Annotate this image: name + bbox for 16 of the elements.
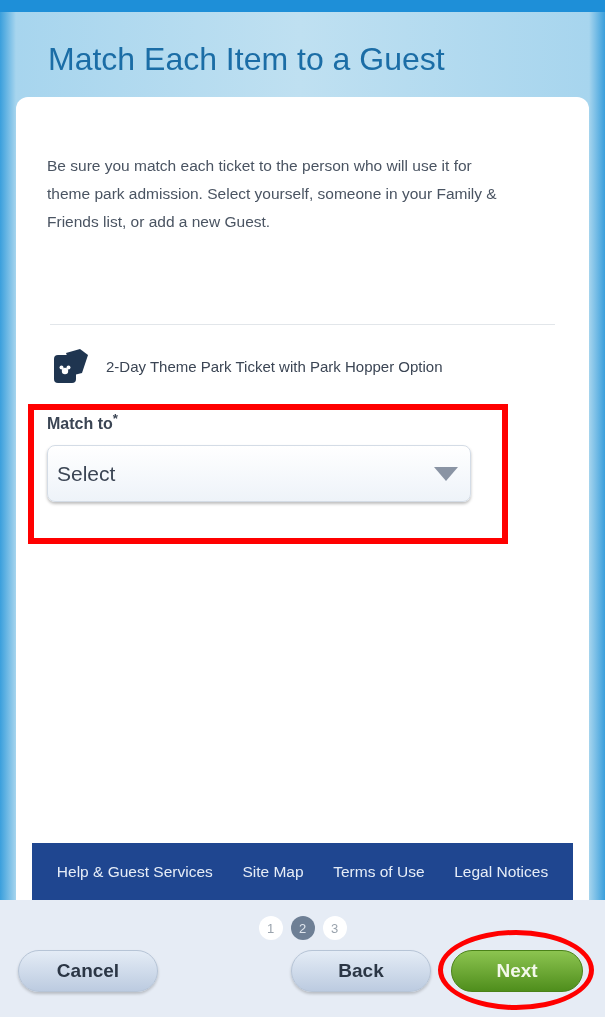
footer-link[interactable]: Legal Notices [454, 862, 549, 881]
guest-dropdown[interactable]: Select [47, 445, 471, 503]
step-indicator: 3 [322, 916, 347, 940]
footer-link[interactable]: Help & Guest Services [56, 862, 213, 881]
ticket-icon [52, 349, 90, 383]
field-label: Match to$^{*}$ [47, 411, 118, 434]
back-button[interactable]: Back [291, 950, 431, 992]
step-indicator: 2 [290, 916, 315, 940]
footer-link[interactable]: Terms of Use [333, 862, 425, 881]
caret-icon [434, 466, 458, 481]
ticket-name: 2-Day Theme Park Ticket with Park Hopper Option [106, 357, 443, 375]
cancel-button[interactable]: Cancel [18, 950, 158, 992]
footer-link[interactable]: Site Map [242, 862, 304, 881]
page-title: Match Each Item to a Guest [47, 40, 446, 79]
step-indicator: 1 [258, 916, 283, 940]
instructions-text: Be sure you match each ticket to the person who will use it for theme park admission. Select yourself, someone in your Family & Friends list, or add a new Guest. [47, 156, 498, 232]
